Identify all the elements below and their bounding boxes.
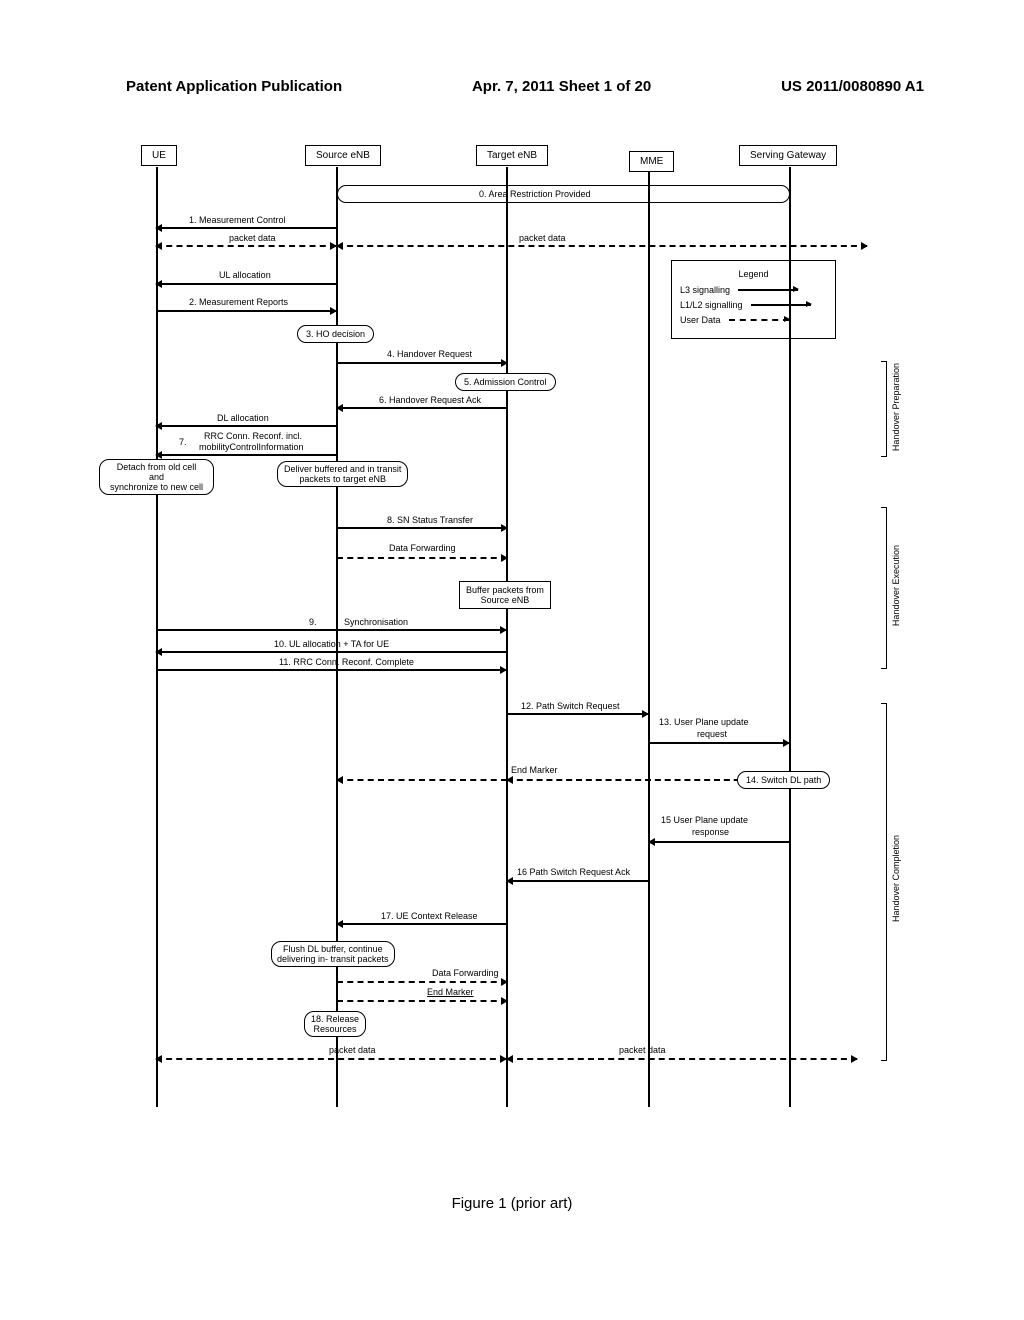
msg-11: 11. RRC Conn. Reconf. Complete (279, 657, 414, 667)
arrow-1 (156, 227, 336, 229)
msg-0: 0. Area Restriction Provided (479, 189, 591, 199)
figure-caption: Figure 1 (prior art) (0, 1195, 1024, 1212)
arrow-dl (156, 425, 336, 427)
legend-l12: L1/L2 signalling (680, 300, 743, 310)
msg-16: 16 Path Switch Request Ack (517, 867, 630, 877)
buffer-box: Buffer packets from Source eNB (459, 581, 551, 609)
dash-fwd (337, 557, 507, 559)
msg-17: 17. UE Context Release (381, 911, 478, 921)
packet-dash-3 (156, 1058, 506, 1060)
arrow-13 (649, 742, 789, 744)
arrow-10 (156, 651, 506, 653)
header-center: Apr. 7, 2011 Sheet 1 of 20 (472, 78, 651, 95)
msg-3: 3. HO decision (297, 325, 374, 343)
msg-13b: request (697, 729, 727, 739)
packet-data-2: packet data (519, 233, 566, 243)
arrow-ul (156, 283, 336, 285)
header-left: Patent Application Publication (126, 78, 342, 95)
lifeline-ue: UE (141, 145, 177, 166)
ue-line (156, 167, 158, 1107)
packet-dash-1 (156, 245, 336, 247)
bracket-exec (881, 507, 887, 669)
msg-9n: 9. (309, 617, 317, 627)
flush-box: Flush DL buffer, continue delivering in-… (271, 941, 395, 967)
lifeline-gateway: Serving Gateway (739, 145, 837, 166)
legend-l3: L3 signalling (680, 285, 730, 295)
packet-data-1: packet data (229, 233, 276, 243)
label-prep: Handover Preparation (891, 363, 901, 451)
bracket-comp (881, 703, 887, 1061)
msg-7b: mobilityControlInformation (199, 442, 304, 452)
dash-em1 (337, 779, 507, 781)
msg-7n: 7. (179, 437, 187, 447)
msg-15a: 15 User Plane update (661, 815, 748, 825)
arrow-2 (156, 310, 336, 312)
lifeline-target-enb: Target eNB (476, 145, 548, 166)
bracket-prep (881, 361, 887, 457)
dash-fwd2 (337, 981, 507, 983)
label-comp: Handover Completion (891, 835, 901, 922)
data-fwd-2: Data Forwarding (432, 968, 499, 978)
ul-alloc: UL allocation (219, 270, 271, 280)
mme-line (648, 172, 650, 1107)
legend-title: Legend (680, 269, 827, 279)
packet-dash-4 (507, 1058, 857, 1060)
packet-data-4: packet data (619, 1045, 666, 1055)
header-right: US 2011/0080890 A1 (781, 78, 924, 95)
dash-em3 (337, 1000, 507, 1002)
arrow-15 (649, 841, 789, 843)
msg-12: 12. Path Switch Request (521, 701, 620, 711)
msg-1: 1. Measurement Control (189, 215, 286, 225)
packet-data-3: packet data (329, 1045, 376, 1055)
arrow-12 (507, 713, 648, 715)
detach-box: Detach from old cell and synchronize to … (99, 459, 214, 495)
msg-6: 6. Handover Request Ack (379, 395, 481, 405)
lifeline-mme: MME (629, 151, 674, 172)
arrow-6 (337, 407, 507, 409)
arrow-9 (156, 629, 506, 631)
msg-5: 5. Admission Control (455, 373, 556, 391)
end-marker-1: End Marker (511, 765, 558, 775)
sequence-diagram: UE Source eNB Target eNB MME Serving Gat… (99, 145, 925, 1135)
target-line (506, 167, 508, 1107)
msg-8: 8. SN Status Transfer (387, 515, 473, 525)
msg-9: Synchronisation (344, 617, 408, 627)
msg-4: 4. Handover Request (387, 349, 472, 359)
data-fwd: Data Forwarding (389, 543, 456, 553)
legend-user: User Data (680, 315, 721, 325)
msg-18: 18. Release Resources (304, 1011, 366, 1037)
msg-10: 10. UL allocation + TA for UE (274, 639, 389, 649)
packet-dash-2 (337, 245, 867, 247)
msg-15b: response (692, 827, 729, 837)
msg-13a: 13. User Plane update (659, 717, 749, 727)
arrow-7 (156, 454, 336, 456)
label-exec: Handover Execution (891, 545, 901, 626)
end-marker-2: End Marker (427, 987, 474, 997)
arrow-11 (156, 669, 506, 671)
deliver-box: Deliver buffered and in transit packets … (277, 461, 408, 487)
arrow-16 (507, 880, 648, 882)
msg-2: 2. Measurement Reports (189, 297, 288, 307)
arrow-8 (337, 527, 507, 529)
arrow-17 (337, 923, 507, 925)
lifeline-source-enb: Source eNB (305, 145, 381, 166)
msg-7a: RRC Conn. Reconf. incl. (204, 431, 302, 441)
legend: Legend L3 signalling L1/L2 signalling Us… (671, 260, 836, 339)
dl-alloc: DL allocation (217, 413, 269, 423)
arrow-4 (337, 362, 507, 364)
msg-14: 14. Switch DL path (737, 771, 830, 789)
